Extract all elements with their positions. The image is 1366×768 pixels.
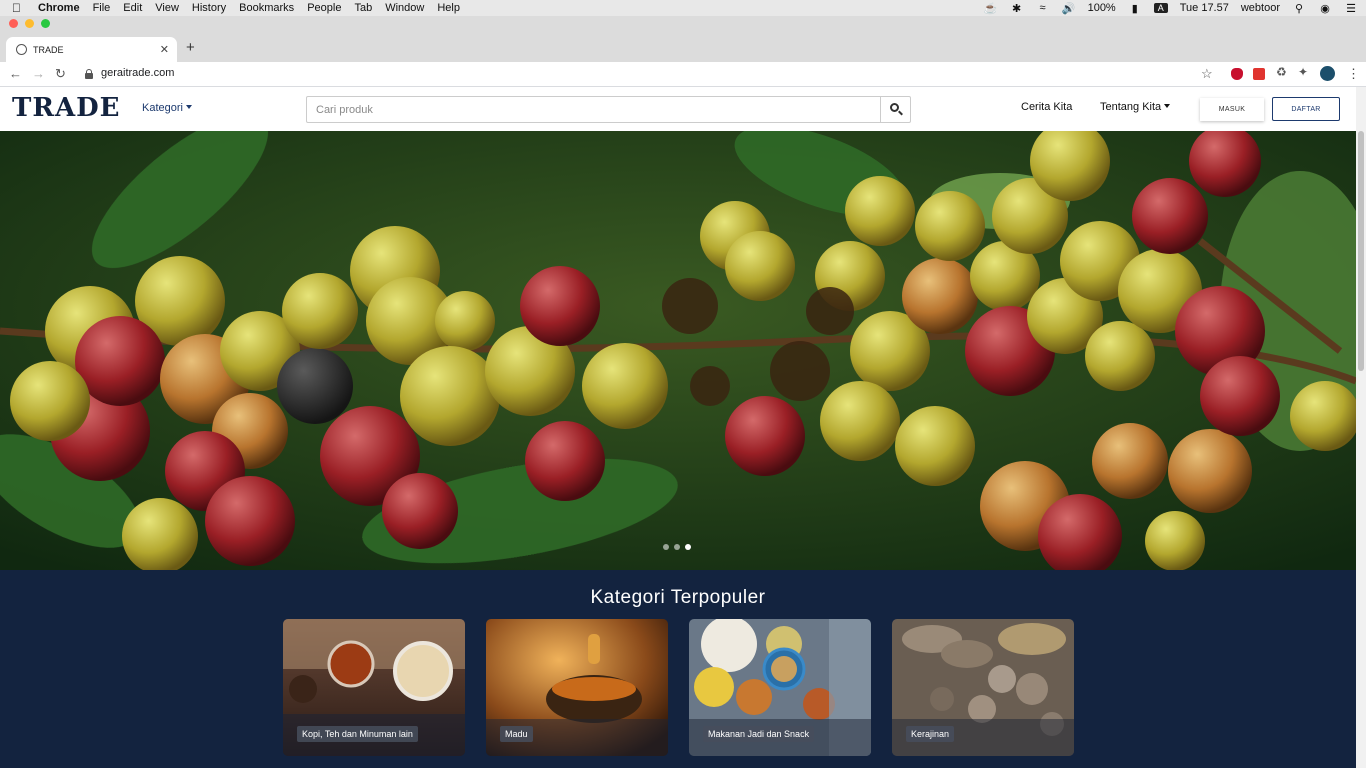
pdf-extension-icon[interactable] [1253,68,1265,80]
menu-app-name[interactable]: Chrome [38,2,80,14]
popular-categories-section: Kategori Terpopuler Kopi, Teh dan Minuma… [0,570,1356,768]
window-controls [9,19,50,28]
forward-icon[interactable]: → [32,66,45,81]
puzzle-extensions-icon[interactable]: ✦ [1298,65,1310,79]
clock[interactable]: Tue 17.57 [1180,2,1229,14]
url-text[interactable]: geraitrade.com [101,67,174,79]
menu-window[interactable]: Window [385,2,424,14]
recycle-extension-icon[interactable]: ♻ [1276,65,1288,79]
volume-icon[interactable]: 🔊 [1062,2,1076,15]
search-input[interactable] [307,97,881,122]
close-tab-icon[interactable]: ✕ [160,43,169,56]
site-logo[interactable]: TRADE [12,93,121,123]
profile-avatar[interactable] [1320,66,1335,81]
caret-down-icon [185,105,192,109]
siri-icon[interactable]: ◉ [1318,2,1332,15]
tentang-kita-dropdown[interactable]: Tentang Kita [1100,101,1171,113]
category-card-madu[interactable]: Madu [486,619,668,756]
menu-history[interactable]: History [192,2,226,14]
zoom-window-icon[interactable] [41,19,50,28]
category-label: Kopi, Teh dan Minuman lain [297,726,418,742]
daftar-button[interactable]: DAFTAR [1272,97,1340,121]
wifi-icon[interactable]: ≈ [1036,2,1050,14]
scrollbar-thumb[interactable] [1358,131,1364,371]
coffee-status-icon[interactable]: ☕ [984,2,998,15]
lock-icon[interactable] [85,69,93,79]
category-label: Makanan Jadi dan Snack [703,726,815,742]
browser-menu-icon[interactable]: ⋮ [1347,66,1360,82]
category-card-kerajinan[interactable]: Kerajinan [892,619,1074,756]
battery-icon[interactable]: ▮ [1128,2,1142,15]
globe-icon [16,44,27,55]
web-page: TRADE Kategori Cerita Kita Tentang Kita … [0,87,1356,768]
category-card-kopi[interactable]: Kopi, Teh dan Minuman lain [283,619,465,756]
menu-edit[interactable]: Edit [123,2,142,14]
carousel-dot-2[interactable] [674,544,680,550]
menu-file[interactable]: File [93,2,111,14]
apple-menu-icon[interactable]:  [12,1,26,15]
caret-down-icon [1164,104,1171,108]
shield-extension-icon[interactable] [1231,68,1243,80]
section-title: Kategori Terpopuler [590,587,766,608]
bluetooth-icon[interactable]: ✱ [1010,2,1024,15]
tab-title: TRADE [33,44,64,55]
back-icon[interactable]: ← [9,66,22,81]
minimize-window-icon[interactable] [25,19,34,28]
user-name[interactable]: webtoor [1241,2,1280,14]
page-scrollbar[interactable] [1356,87,1366,768]
category-label: Madu [500,726,533,742]
notification-center-icon[interactable]: ☰ [1344,2,1358,15]
new-tab-icon[interactable]: + [186,39,195,56]
menu-help[interactable]: Help [437,2,460,14]
menu-tab[interactable]: Tab [354,2,372,14]
browser-toolbar: ← → ↻ geraitrade.com ☆ ♻ ✦ ⋮ [0,62,1366,87]
browser-titlebar: TRADE ✕ + [0,16,1366,62]
address-bar[interactable] [76,65,1222,84]
kategori-label: Kategori [142,102,183,114]
spotlight-icon[interactable]: ⚲ [1292,2,1306,15]
cerita-kita-link[interactable]: Cerita Kita [1021,101,1072,113]
browser-tab[interactable]: TRADE ✕ [6,37,177,62]
reload-icon[interactable]: ↻ [55,66,66,82]
tentang-kita-label: Tentang Kita [1100,101,1162,113]
kategori-dropdown[interactable]: Kategori [142,102,192,114]
carousel-dot-1[interactable] [663,544,669,550]
input-source-icon[interactable]: A [1153,3,1168,13]
carousel-indicators [663,544,691,550]
bookmark-star-icon[interactable]: ☆ [1201,66,1213,82]
category-label: Kerajinan [906,726,955,742]
search-button[interactable] [880,97,910,122]
menu-people[interactable]: People [307,2,341,14]
battery-percent[interactable]: 100% [1088,2,1116,14]
carousel-dot-3[interactable] [685,544,691,550]
close-window-icon[interactable] [9,19,18,28]
coffee-cherries-image [0,131,1356,570]
os-menubar:  Chrome File Edit View History Bookmark… [0,0,1366,16]
menu-view[interactable]: View [155,2,179,14]
masuk-button[interactable]: MASUK [1200,98,1264,121]
hero-carousel[interactable] [0,131,1356,570]
site-header: TRADE Kategori Cerita Kita Tentang Kita … [0,87,1356,131]
menu-bookmarks[interactable]: Bookmarks [239,2,294,14]
category-card-makanan[interactable]: Makanan Jadi dan Snack [689,619,871,756]
search-bar [306,96,911,123]
